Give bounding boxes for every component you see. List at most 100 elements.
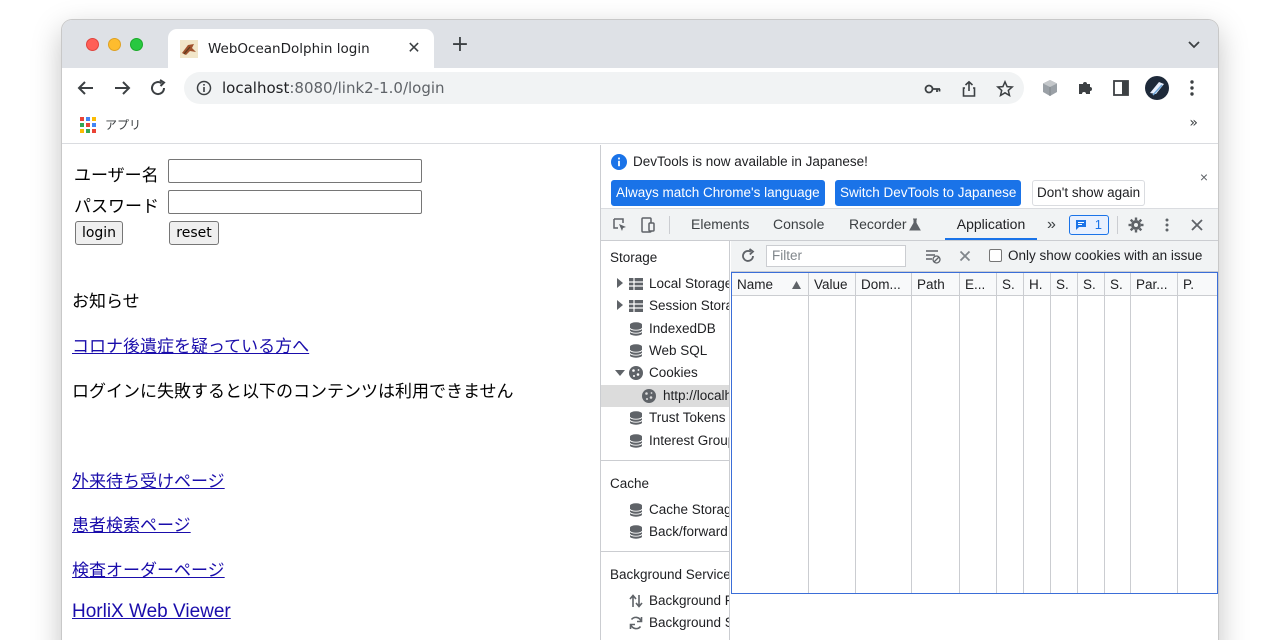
tab-active[interactable]: WebOceanDolphin login ✕: [168, 29, 434, 68]
sidebar-item-interest-groups[interactable]: Interest Groups: [601, 430, 729, 452]
expand-arrow-icon[interactable]: [616, 300, 624, 310]
sort-ascending-icon[interactable]: [792, 281, 801, 289]
column-size[interactable]: S.: [997, 273, 1023, 296]
expand-arrow-icon[interactable]: [616, 278, 624, 288]
column-divider[interactable]: [1130, 273, 1131, 593]
refresh-icon[interactable]: [740, 248, 756, 264]
column-samesite[interactable]: S.: [1078, 273, 1104, 296]
sidebar-item-cookies[interactable]: Cookies: [601, 362, 729, 384]
profile-avatar[interactable]: [1144, 75, 1170, 101]
cookie-filter-input[interactable]: Filter: [766, 245, 906, 267]
column-secure[interactable]: S.: [1051, 273, 1077, 296]
storage-heading: Storage: [610, 250, 658, 265]
sidebar-item-web-sql[interactable]: Web SQL: [601, 340, 729, 362]
clear-filtered-icon[interactable]: [925, 248, 941, 264]
flask-icon: [909, 218, 921, 231]
database-icon: [629, 411, 643, 425]
extensions-puzzle-icon[interactable]: [1075, 78, 1095, 98]
tab-search-chevron-icon[interactable]: [1186, 36, 1202, 52]
sidebar-item-back-forward-cache[interactable]: Back/forward cache: [601, 521, 729, 543]
sidebar-item-indexeddb[interactable]: IndexedDB: [601, 318, 729, 340]
forward-arrow-icon[interactable]: [110, 76, 134, 100]
tab-recorder[interactable]: Recorder: [849, 209, 907, 240]
column-divider[interactable]: [808, 273, 809, 593]
horlix-web-viewer-link[interactable]: HorliX Web Viewer: [72, 601, 231, 623]
address-bar[interactable]: localhost:8080/link2-1.0/login: [184, 72, 1024, 104]
column-divider[interactable]: [1177, 273, 1178, 593]
covid-aftereffects-link[interactable]: コロナ後遺症を疑っている方へ: [72, 332, 309, 357]
column-divider[interactable]: [1023, 273, 1024, 593]
password-input[interactable]: [168, 190, 422, 214]
sidebar-item-background-fetch[interactable]: Background Fetch: [601, 590, 729, 612]
inspect-element-icon[interactable]: [612, 217, 628, 233]
device-toolbar-icon[interactable]: [640, 217, 656, 233]
exam-order-link[interactable]: 検査オーダーページ: [72, 556, 225, 581]
minimize-window-button[interactable]: [108, 38, 121, 51]
sidebar-item-background-sync[interactable]: Background Sync: [601, 612, 729, 634]
new-tab-button[interactable]: +: [448, 33, 472, 57]
sidebar-item-cookies-localhost[interactable]: http://localhost:8080: [601, 385, 729, 407]
tab-console[interactable]: Console: [773, 209, 824, 240]
column-divider[interactable]: [959, 273, 960, 593]
column-divider[interactable]: [855, 273, 856, 593]
back-arrow-icon[interactable]: [74, 76, 98, 100]
bookmark-star-icon[interactable]: [996, 80, 1014, 98]
tab-elements[interactable]: Elements: [691, 209, 749, 240]
chrome-menu-icon[interactable]: [1182, 78, 1202, 98]
side-panel-icon[interactable]: [1111, 78, 1131, 98]
sidebar-item-cache-storage[interactable]: Cache Storage: [601, 499, 729, 521]
cookies-table[interactable]: Name Value Dom... Path E... S. H. S. S. …: [731, 272, 1218, 594]
sidebar-item-session-storage[interactable]: Session Storage: [601, 295, 729, 317]
column-value[interactable]: Value: [809, 273, 855, 296]
tab-application[interactable]: Application: [945, 209, 1037, 240]
delete-cookies-icon[interactable]: [957, 248, 973, 264]
reload-icon[interactable]: [146, 76, 170, 100]
more-tabs-button[interactable]: »: [1047, 209, 1056, 240]
share-icon[interactable]: [960, 80, 978, 98]
zoom-window-button[interactable]: [130, 38, 143, 51]
issues-counter-badge[interactable]: 1: [1069, 215, 1109, 235]
column-divider[interactable]: [1104, 273, 1105, 593]
switch-to-japanese-button[interactable]: Switch DevTools to Japanese: [835, 180, 1022, 206]
browser-window: WebOceanDolphin login ✕ + localhost:8080…: [62, 20, 1218, 640]
column-divider[interactable]: [1077, 273, 1078, 593]
column-domain[interactable]: Dom...: [856, 273, 911, 296]
column-priority[interactable]: P.: [1178, 273, 1217, 296]
column-expires[interactable]: E...: [960, 273, 996, 296]
sync-icon: [629, 616, 643, 630]
login-button[interactable]: login: [75, 221, 123, 245]
apps-grid-icon[interactable]: [80, 117, 96, 133]
database-icon: [629, 525, 643, 539]
patient-search-link[interactable]: 患者検索ページ: [72, 511, 191, 536]
sidebar-item-trust-tokens[interactable]: Trust Tokens: [601, 407, 729, 429]
extension-cube-icon[interactable]: [1040, 78, 1060, 98]
sidebar-item-local-storage[interactable]: Local Storage: [601, 273, 729, 295]
outpatient-waiting-link[interactable]: 外来待ち受けページ: [72, 467, 225, 492]
tab-close-icon[interactable]: ✕: [404, 38, 424, 58]
password-label: パスワード: [74, 197, 159, 217]
reset-button[interactable]: reset: [169, 221, 219, 245]
only-issues-checkbox[interactable]: [989, 249, 1002, 262]
only-issues-label[interactable]: Only show cookies with an issue: [1008, 248, 1202, 263]
column-divider[interactable]: [911, 273, 912, 593]
username-input[interactable]: [168, 159, 422, 183]
column-divider[interactable]: [996, 273, 997, 593]
close-devtools-icon[interactable]: [1189, 217, 1205, 233]
column-sameparty[interactable]: S.: [1105, 273, 1130, 296]
bookmark-apps[interactable]: アプリ: [105, 116, 141, 133]
column-divider[interactable]: [1050, 273, 1051, 593]
match-chrome-language-button[interactable]: Always match Chrome's language: [611, 180, 825, 206]
bookmarks-overflow-button[interactable]: »: [1189, 115, 1198, 131]
settings-gear-icon[interactable]: [1128, 217, 1144, 233]
key-icon[interactable]: [924, 80, 942, 98]
site-info-icon[interactable]: [196, 80, 212, 96]
dont-show-again-button[interactable]: Don't show again: [1032, 180, 1146, 206]
url-text[interactable]: localhost:8080/link2-1.0/login: [222, 79, 445, 97]
devtools-menu-icon[interactable]: [1159, 217, 1175, 233]
close-window-button[interactable]: [86, 38, 99, 51]
collapse-arrow-icon[interactable]: [615, 369, 625, 377]
column-partition-key[interactable]: Par...: [1131, 273, 1177, 296]
column-path[interactable]: Path: [912, 273, 959, 296]
column-httponly[interactable]: H.: [1024, 273, 1050, 296]
infobar-close-icon[interactable]: ×: [1200, 169, 1208, 185]
